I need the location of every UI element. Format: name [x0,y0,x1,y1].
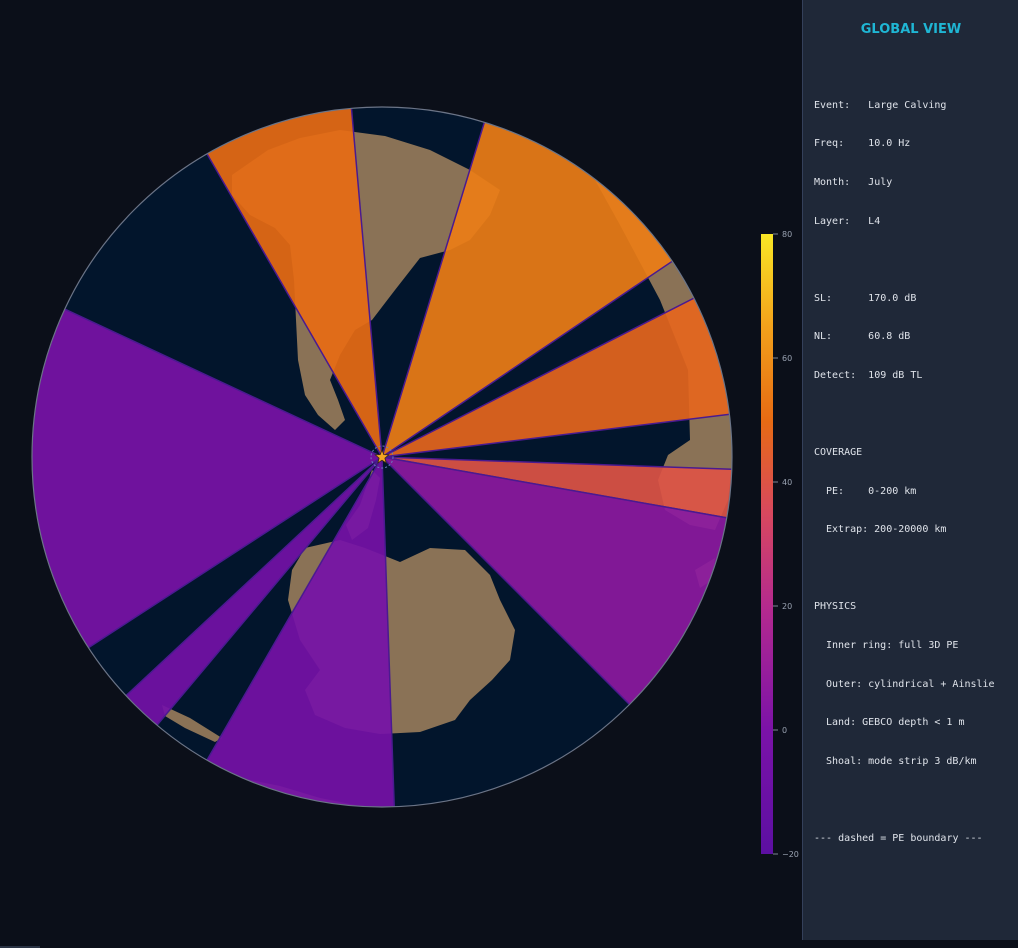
panel-title: GLOBAL VIEW [860,22,962,37]
map-area: 80 60 40 20 0 −20 [0,0,800,948]
physics-land-line: Land: GEBCO depth < 1 m [826,717,965,728]
month-line: Month: July [814,177,893,188]
info-panel: GLOBAL VIEW Event: Large Calving Freq: 1… [802,0,1018,940]
sl-line: SL: 170.0 dB [814,293,917,304]
legend-note: --- dashed = PE boundary --- [814,833,983,844]
physics-header: PHYSICS [814,601,857,612]
event-line: Event: Large Calving [814,100,947,111]
colorbar-tick-label: 80 [782,230,792,239]
coverage-extrap-line: Extrap: 200-20000 km [826,524,947,535]
freq-line: Freq: 10.0 Hz [814,138,911,149]
colorbar-ticks: 80 60 40 20 0 −20 [773,230,799,859]
colorbar-tick-label: 20 [782,602,792,611]
layer-line: Layer: L4 [814,216,881,227]
colorbar-tick-label: 40 [782,478,792,487]
physics-outer-line: Outer: cylindrical + Ainslie [826,679,995,690]
colorbar-tick-label: 0 [782,726,787,735]
coverage-map[interactable] [0,0,800,948]
coverage-header: COVERAGE [814,447,863,458]
coverage-pe-line: PE: 0-200 km [826,486,917,497]
colorbar-tick-label: −20 [782,850,799,859]
physics-shoal-line: Shoal: mode strip 3 dB/km [826,756,977,767]
nl-line: NL: 60.8 dB [814,331,911,342]
physics-inner-line: Inner ring: full 3D PE [826,640,959,651]
detect-line: Detect: 109 dB TL [814,370,923,381]
colorbar-tick-label: 60 [782,354,792,363]
colorbar-gradient [761,234,773,854]
